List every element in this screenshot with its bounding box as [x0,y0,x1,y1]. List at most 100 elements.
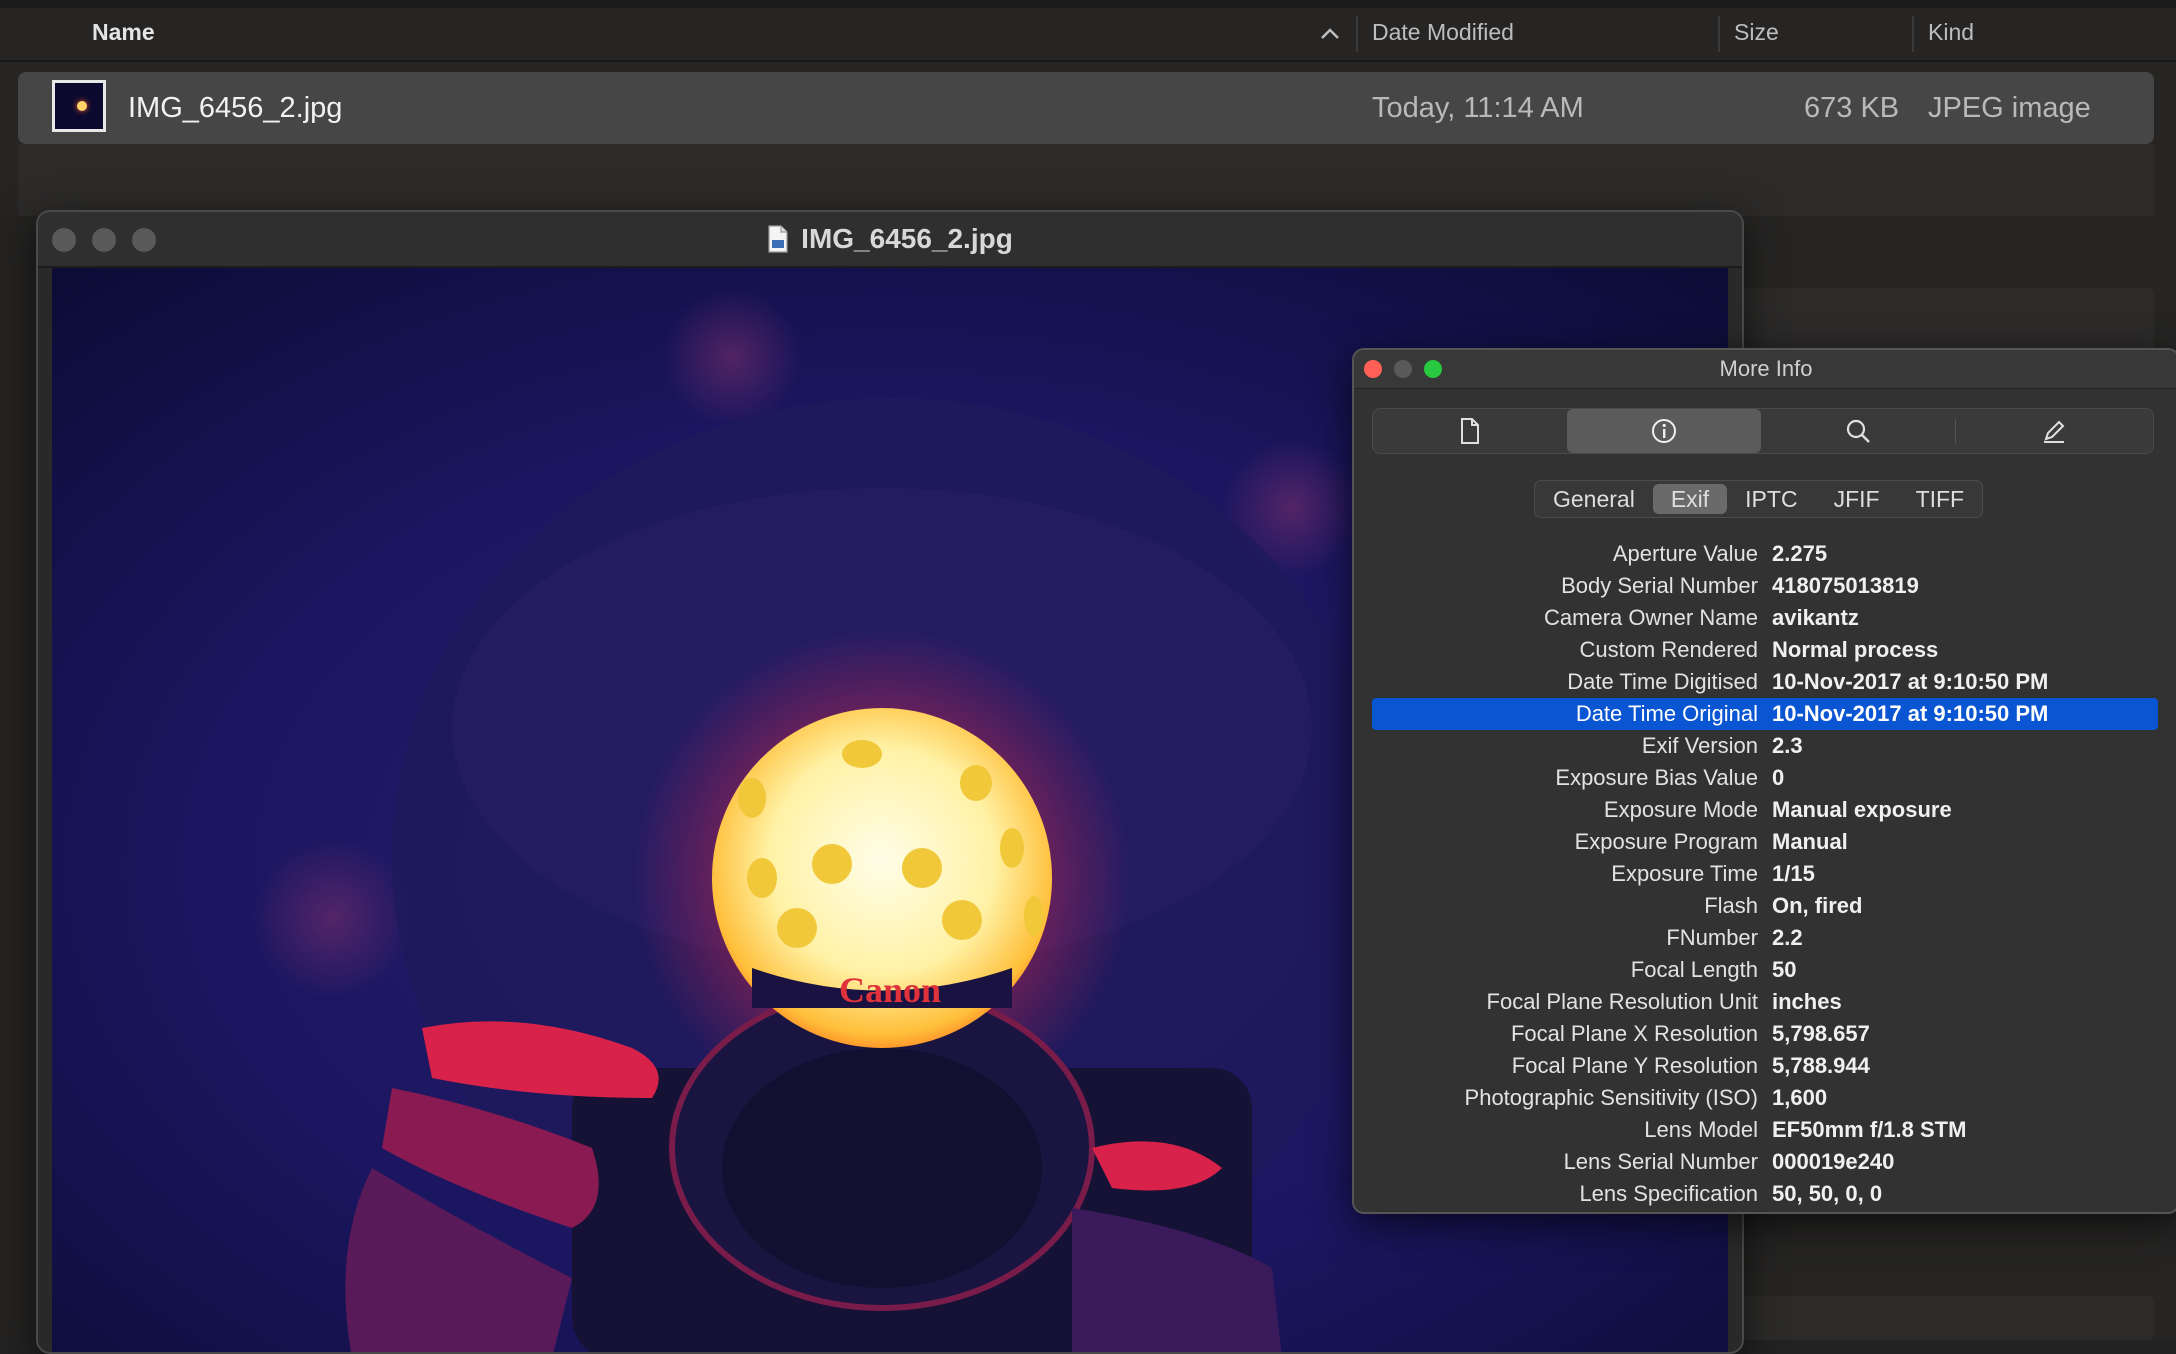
exif-row[interactable]: Lens Model EF50mm f/1.8 STM [1372,1114,2158,1146]
tab-iptc[interactable]: IPTC [1727,481,1815,517]
exif-value: 50 [1772,957,1797,982]
search-icon [1846,419,1870,443]
camera-brand-text: Canon [839,970,941,1010]
annotations-button[interactable] [1957,409,2151,453]
preview-title: IMG_6456_2.jpg [38,212,1742,266]
column-kind-header[interactable]: Kind [1928,8,1974,60]
exif-key: Custom Rendered [1579,637,1758,662]
exif-value: inches [1772,989,1842,1014]
exif-value: avikantz [1772,605,1859,630]
exif-key: Exposure Time [1611,861,1758,886]
exif-row[interactable]: Exposure Bias Value 0 [1372,762,2158,794]
exif-key: Focal Plane Resolution Unit [1486,989,1758,1014]
exif-value: 50, 50, 0, 0 [1772,1181,1883,1206]
exif-key: Focal Plane X Resolution [1510,1021,1758,1046]
more-info-button[interactable] [1567,409,1761,453]
file-size: 673 KB [1804,92,1900,124]
exif-value: 1,600 [1772,1085,1828,1110]
info-icon [1652,419,1676,443]
exif-value: 418075013819 [1772,573,1919,598]
general-info-button[interactable] [1373,409,1567,453]
exif-key: FNumber [1666,925,1758,950]
exif-row[interactable]: Flash On, fired [1372,890,2158,922]
exif-key: Date Time Digitised [1567,669,1758,694]
exif-value: 2.275 [1772,541,1828,566]
more-info-titlebar[interactable]: More Info [1354,350,2176,389]
exif-row[interactable]: Custom Rendered Normal process [1372,634,2158,666]
column-header: Name Date Modified Size Kind [0,8,2176,62]
exif-row[interactable]: Exposure Time 1/15 [1372,858,2158,890]
exif-value: 10-Nov-2017 at 9:10:50 PM [1772,701,2049,726]
exif-key: Aperture Value [1612,541,1758,566]
exif-key: Flash [1704,893,1758,918]
exif-value: 000019e240 [1772,1149,1895,1174]
exif-row[interactable]: Focal Plane Y Resolution 5,788.944 [1372,1050,2158,1082]
exif-value: Normal process [1772,637,1939,662]
tab-tiff[interactable]: TIFF [1898,481,1983,517]
file-name: IMG_6456_2.jpg [128,92,343,124]
tab-jfif[interactable]: JFIF [1816,481,1898,517]
file-row-selected[interactable]: IMG_6456_2.jpg Today, 11:14 AM 673 KB JP… [18,72,2154,144]
jpeg-document-icon [768,225,788,253]
exif-row[interactable]: FNumber 2.2 [1372,922,2158,954]
empty-row [1740,1296,2154,1340]
exif-row[interactable]: Camera Owner Name avikantz [1372,602,2158,634]
document-icon [1461,418,1479,444]
tab-general[interactable]: General [1535,481,1653,517]
exif-row[interactable]: Date Time Original 10-Nov-2017 at 9:10:50… [1372,698,2158,730]
empty-row [18,144,2154,216]
exif-key: Exif Version [1641,733,1758,758]
more-info-toolbar [1372,408,2154,454]
exif-row[interactable]: Photographic Sensitivity (ISO) 1,600 [1372,1082,2158,1114]
exif-key: Photographic Sensitivity (ISO) [1464,1085,1758,1110]
finder-top-border [0,0,2176,8]
exif-key: Date Time Original [1575,701,1758,726]
column-separator[interactable] [1718,16,1720,52]
exif-key: Focal Plane Y Resolution [1511,1053,1758,1078]
exif-value: On, fired [1772,893,1863,918]
tab-exif[interactable]: Exif [1652,484,1728,514]
preview-title-text: IMG_6456_2.jpg [801,223,1013,254]
file-date-modified: Today, 11:14 AM [1372,92,1584,124]
exif-row[interactable]: Body Serial Number 418075013819 [1372,570,2158,602]
more-info-window: More Info General Exif IPTC JFIF TIFF Ap… [1352,348,2176,1214]
exif-key: Lens Model [1644,1117,1758,1142]
exif-row[interactable]: Focal Length 50 [1372,954,2158,986]
exif-row[interactable]: Focal Plane X Resolution 5,798.657 [1372,1018,2158,1050]
exif-value: 5,788.944 [1772,1053,1870,1078]
preview-titlebar[interactable]: IMG_6456_2.jpg [38,212,1742,268]
exif-key: Camera Owner Name [1544,605,1758,630]
exif-key: Exposure Bias Value [1555,765,1758,790]
column-date-modified-header[interactable]: Date Modified [1372,8,1514,60]
exif-row[interactable]: Exif Version 2.3 [1372,730,2158,762]
exif-key: Exposure Mode [1603,797,1758,822]
metadata-tabs: General Exif IPTC JFIF TIFF [1534,480,1984,518]
column-separator[interactable] [1912,16,1914,52]
more-info-title: More Info [1719,356,1813,381]
exif-row[interactable]: Lens Serial Number 000019e240 [1372,1146,2158,1178]
file-thumbnail [52,80,106,132]
exif-row[interactable]: Aperture Value 2.275 [1372,538,2158,570]
column-name-header[interactable]: Name [92,8,155,60]
exif-value: 1/15 [1772,861,1815,886]
exif-value: Manual [1772,829,1848,854]
keywords-button[interactable] [1761,409,1955,453]
exif-key: Exposure Program [1574,829,1758,854]
exif-value: 0 [1772,765,1785,790]
exif-value: 2.3 [1772,733,1803,758]
exif-key: Body Serial Number [1561,573,1758,598]
file-kind: JPEG image [1928,92,2091,124]
exif-value: 10-Nov-2017 at 9:10:50 PM [1772,669,2049,694]
exif-row[interactable]: Date Time Digitised 10-Nov-2017 at 9:10:5… [1372,666,2158,698]
sort-ascending-icon[interactable] [1318,24,1342,44]
exif-row[interactable]: Lens Specification 50, 50, 0, 0 [1372,1178,2158,1210]
exif-key: Focal Length [1630,957,1758,982]
exif-value: EF50mm f/1.8 STM [1772,1117,1967,1142]
exif-row[interactable]: Exposure Program Manual [1372,826,2158,858]
exif-row[interactable]: Focal Plane Resolution Unit inches [1372,986,2158,1018]
exif-key: Lens Specification [1579,1181,1758,1206]
column-size-header[interactable]: Size [1734,8,1779,60]
exif-value: 5,798.657 [1772,1021,1870,1046]
exif-row[interactable]: Exposure Mode Manual exposure [1372,794,2158,826]
column-separator[interactable] [1356,16,1358,52]
